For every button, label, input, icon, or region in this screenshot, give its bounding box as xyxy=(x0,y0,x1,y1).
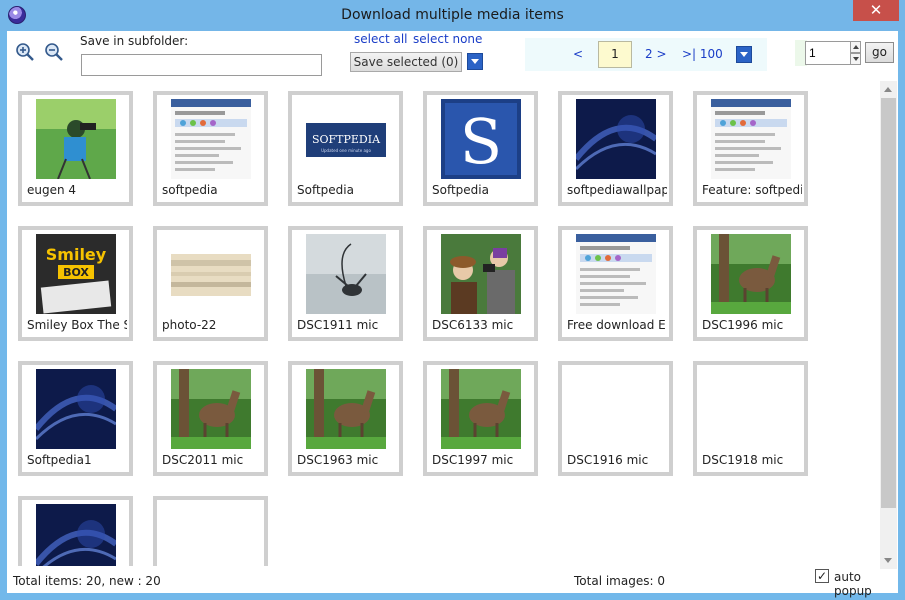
title-bar[interactable]: Download multiple media items ✕ xyxy=(0,0,905,31)
media-tile[interactable]: photo-22 xyxy=(153,226,268,341)
previous-page-link[interactable]: < xyxy=(573,47,583,61)
last-page-link[interactable]: >| 100 xyxy=(682,47,723,61)
media-tile[interactable]: Free download E.. xyxy=(558,226,673,341)
wallpaper-icon xyxy=(576,99,656,179)
horse-icon xyxy=(441,369,521,449)
wallpaper-icon xyxy=(36,504,116,566)
media-tile-label: DSC1918 mic xyxy=(702,453,784,467)
media-tile-label: DSC1911 mic xyxy=(297,318,379,332)
media-tile-label: Free download E.. xyxy=(567,318,667,332)
total-images-status: Total images: 0 xyxy=(574,574,665,588)
svg-text:S: S xyxy=(460,105,502,178)
close-button[interactable]: ✕ xyxy=(853,0,899,21)
softpedia-logo-icon: SOFTPEDIA Updated one minute ago xyxy=(306,99,386,179)
spin-down-icon[interactable] xyxy=(850,53,861,65)
subfolder-input[interactable] xyxy=(81,54,322,76)
media-tile[interactable]: DSC1963 mic xyxy=(288,361,403,476)
svg-text:Updated one minute ago: Updated one minute ago xyxy=(321,148,371,153)
pager: < 1 2 > >| 100 xyxy=(525,38,767,71)
media-tile[interactable]: Feature: softpedia. xyxy=(693,91,808,206)
select-none-link[interactable]: select none xyxy=(413,32,482,46)
media-tile-label: DSC1997 mic xyxy=(432,453,514,467)
window-frame: Download multiple media items ✕ Save in … xyxy=(0,0,905,600)
media-tile[interactable]: eugen 4 xyxy=(18,91,133,206)
zoom-in-icon[interactable] xyxy=(15,42,35,62)
media-tile[interactable]: Softpedia1 xyxy=(18,361,133,476)
current-page: 1 xyxy=(598,41,632,68)
media-tile[interactable]: DSC1916 mic xyxy=(558,361,673,476)
softpedia-s-icon: S xyxy=(441,99,521,179)
media-tile[interactable]: DSC1997 mic xyxy=(423,361,538,476)
media-tile[interactable] xyxy=(153,496,268,566)
media-tile-label: DSC1916 mic xyxy=(567,453,649,467)
photo-icon xyxy=(171,234,251,314)
media-tile-label: eugen 4 xyxy=(27,183,77,197)
save-options-dropdown-icon[interactable] xyxy=(467,53,483,70)
scroll-down-icon[interactable] xyxy=(884,558,892,563)
media-tile-label: Softpedia xyxy=(432,183,489,197)
media-tile-label: DSC1963 mic xyxy=(297,453,379,467)
smiley-box-icon: Smiley BOX xyxy=(36,234,116,314)
media-tile[interactable]: softpediawallpape xyxy=(558,91,673,206)
media-tile-label: Feature: softpedia. xyxy=(702,183,802,197)
media-grid: eugen 4 softpedia SOFTPEDIA Updated one min… xyxy=(7,81,879,566)
media-tile[interactable]: S Softpedia xyxy=(423,91,538,206)
insect-icon xyxy=(306,234,386,314)
zoom-out-icon[interactable] xyxy=(44,42,64,62)
webpage-icon xyxy=(711,99,791,179)
vertical-scrollbar[interactable] xyxy=(880,81,897,569)
photographer-icon xyxy=(36,99,116,179)
goto-page-input[interactable] xyxy=(805,41,851,65)
total-items-status: Total items: 20, new : 20 xyxy=(13,574,161,588)
save-selected-button[interactable]: Save selected (0) xyxy=(350,52,462,72)
next-page-link[interactable]: 2 > xyxy=(645,47,667,61)
media-tile-label: DSC1996 mic xyxy=(702,318,784,332)
page-dropdown-icon[interactable] xyxy=(736,46,752,63)
media-tile-label: softpediawallpape xyxy=(567,183,667,197)
go-button[interactable]: go xyxy=(865,42,894,63)
media-tile[interactable]: DSC1996 mic xyxy=(693,226,808,341)
svg-text:Smiley: Smiley xyxy=(46,245,107,264)
scrollbar-thumb[interactable] xyxy=(881,98,896,508)
media-tile-label: Softpedia xyxy=(297,183,354,197)
subfolder-label: Save in subfolder: xyxy=(80,34,189,48)
media-tile[interactable]: DSC6133 mic xyxy=(423,226,538,341)
media-tile[interactable]: Smiley BOX Smiley Box The So xyxy=(18,226,133,341)
media-tile[interactable] xyxy=(18,496,133,566)
wallpaper-icon xyxy=(36,369,116,449)
spin-up-icon[interactable] xyxy=(850,41,861,53)
media-tile-label: DSC6133 mic xyxy=(432,318,514,332)
select-all-link[interactable]: select all xyxy=(354,32,408,46)
horse-icon xyxy=(711,234,791,314)
media-tile-label: DSC2011 mic xyxy=(162,453,244,467)
media-tile[interactable]: DSC2011 mic xyxy=(153,361,268,476)
media-tile[interactable]: softpedia xyxy=(153,91,268,206)
horse-icon xyxy=(306,369,386,449)
window-title: Download multiple media items xyxy=(341,7,564,23)
svg-text:BOX: BOX xyxy=(63,266,89,279)
auto-popup-checkbox[interactable]: ✓ xyxy=(815,569,829,583)
media-tile-label: softpedia xyxy=(162,183,218,197)
auto-popup-label: auto popup xyxy=(834,570,872,598)
client-area: Save in subfolder: select all select non… xyxy=(7,31,898,598)
media-tile[interactable]: DSC1911 mic xyxy=(288,226,403,341)
horse-icon xyxy=(171,369,251,449)
media-tile-label: Softpedia1 xyxy=(27,453,92,467)
scroll-up-icon[interactable] xyxy=(884,87,892,92)
people-icon xyxy=(441,234,521,314)
media-tile-label: Smiley Box The So xyxy=(27,318,127,332)
media-tile[interactable]: DSC1918 mic xyxy=(693,361,808,476)
webpage-icon xyxy=(171,99,251,179)
webpage-icon xyxy=(576,234,656,314)
media-tile[interactable]: SOFTPEDIA Updated one minute ago Softpedia xyxy=(288,91,403,206)
svg-text:SOFTPEDIA: SOFTPEDIA xyxy=(312,133,381,146)
media-tile-label: photo-22 xyxy=(162,318,217,332)
